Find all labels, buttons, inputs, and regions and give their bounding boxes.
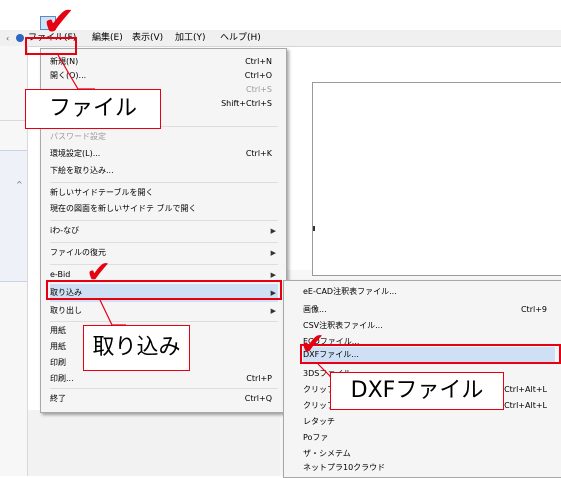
dxf-callout-label: DXFファイル	[330, 372, 504, 410]
checkmark-icon: ✔	[42, 0, 76, 45]
checkmark-icon: ✔	[86, 255, 112, 290]
import-callout-label: 取り込み	[83, 325, 190, 371]
file-callout-line	[57, 54, 95, 90]
import-callout-line	[99, 299, 126, 326]
checkmark-icon: ✔	[300, 327, 326, 362]
file-callout-label: ファイル	[25, 89, 161, 129]
